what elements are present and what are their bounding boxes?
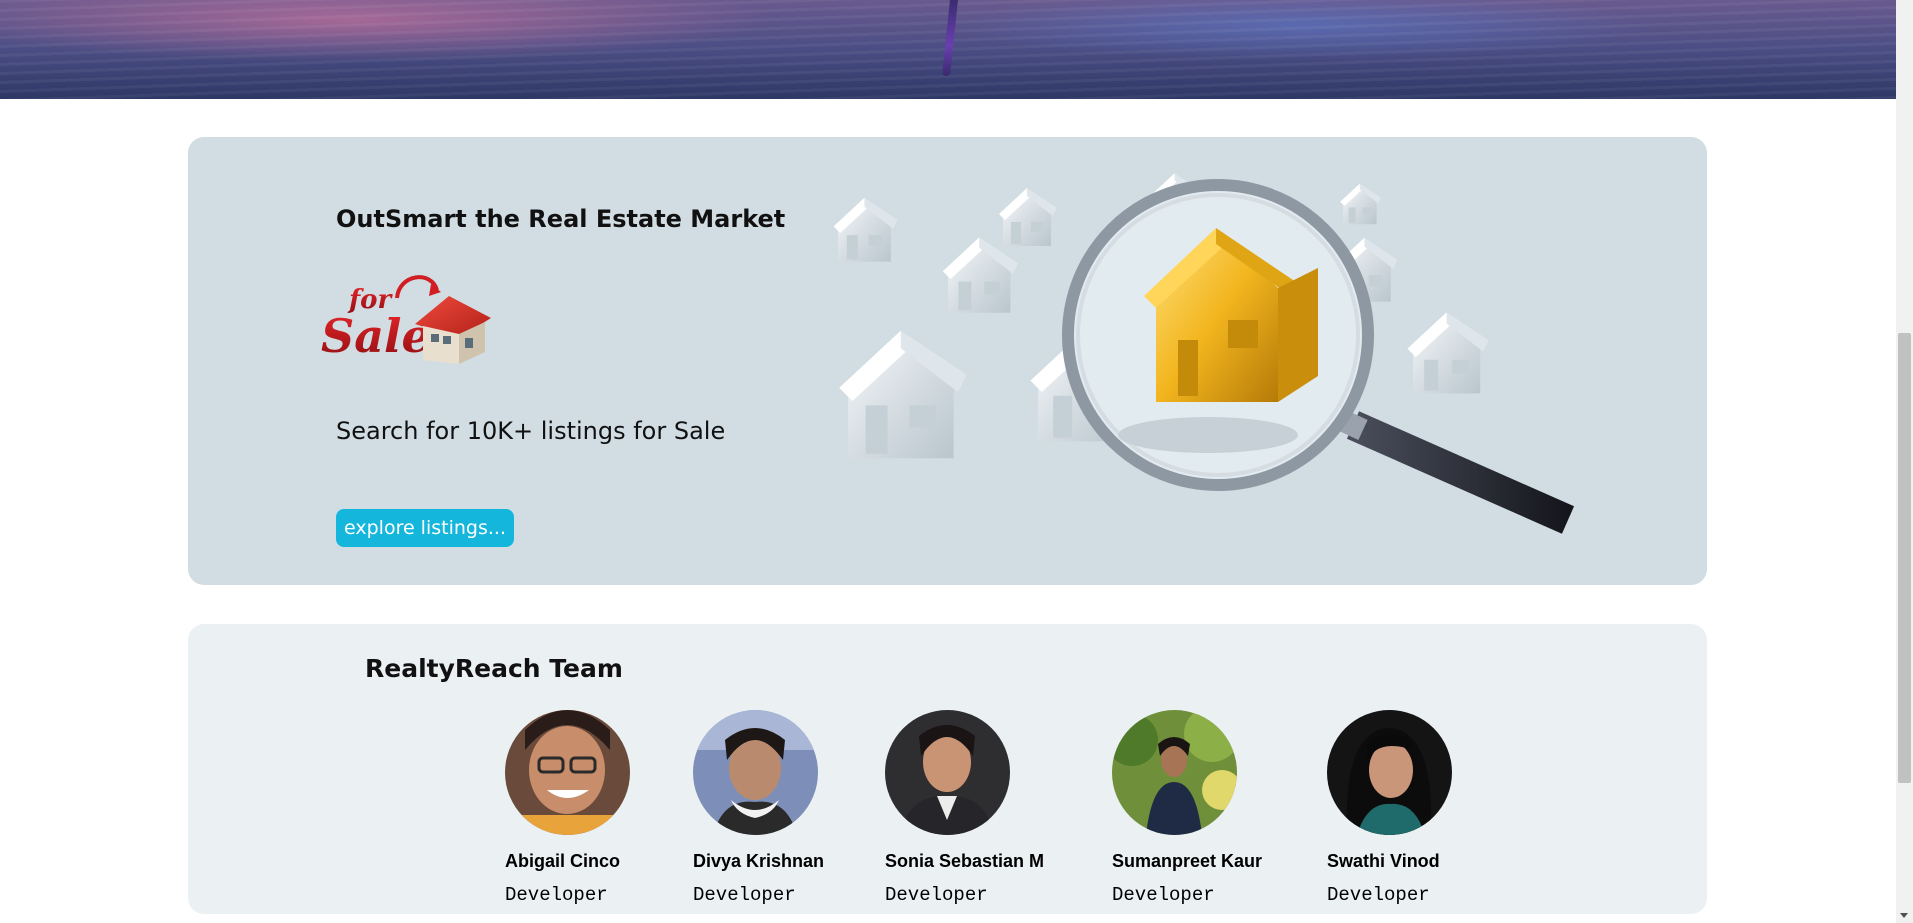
- hero-banner-image: [0, 0, 1896, 99]
- team-member: Sumanpreet Kaur Developer: [1112, 710, 1262, 906]
- scrollbar-thumb[interactable]: [1898, 333, 1911, 783]
- explore-listings-button[interactable]: explore listings...: [336, 509, 514, 547]
- svg-text:Sale: Sale: [321, 309, 431, 363]
- member-role: Developer: [693, 884, 796, 906]
- avatar: [693, 710, 818, 835]
- member-role: Developer: [1112, 884, 1215, 906]
- team-member: Abigail Cinco Developer: [505, 710, 630, 906]
- promo-title: OutSmart the Real Estate Market: [336, 205, 786, 233]
- team-member: Swathi Vinod Developer: [1327, 710, 1452, 906]
- avatar: [1112, 710, 1237, 835]
- member-name: Sonia Sebastian M: [885, 851, 1045, 871]
- promo-card: OutSmart the Real Estate Market for Sale…: [188, 137, 1707, 585]
- member-name: Swathi Vinod: [1327, 851, 1440, 871]
- team-section: RealtyReach Team Abigail Cinco Developer: [188, 624, 1707, 914]
- scroll-down-arrow-icon[interactable]: [1900, 913, 1908, 918]
- promo-subtitle: Search for 10K+ listings for Sale: [336, 417, 726, 445]
- vertical-scrollbar[interactable]: [1896, 0, 1913, 923]
- team-member: Sonia Sebastian M Developer: [885, 710, 1044, 906]
- member-role: Developer: [1327, 884, 1430, 906]
- avatar: [885, 710, 1010, 835]
- member-name: Abigail Cinco: [505, 851, 621, 871]
- avatar: [1327, 710, 1452, 835]
- for-sale-logo: for Sale: [321, 275, 491, 364]
- team-member: Divya Krishnan Developer: [693, 710, 824, 906]
- member-name: Divya Krishnan: [693, 851, 825, 871]
- member-role: Developer: [885, 884, 988, 906]
- houses-magnifier-illustration: [833, 173, 1575, 534]
- member-name: Sumanpreet Kaur: [1112, 851, 1263, 871]
- member-role: Developer: [505, 884, 608, 906]
- page: OutSmart the Real Estate Market for Sale…: [0, 0, 1913, 923]
- team-title: RealtyReach Team: [365, 654, 623, 683]
- avatar: [505, 710, 630, 835]
